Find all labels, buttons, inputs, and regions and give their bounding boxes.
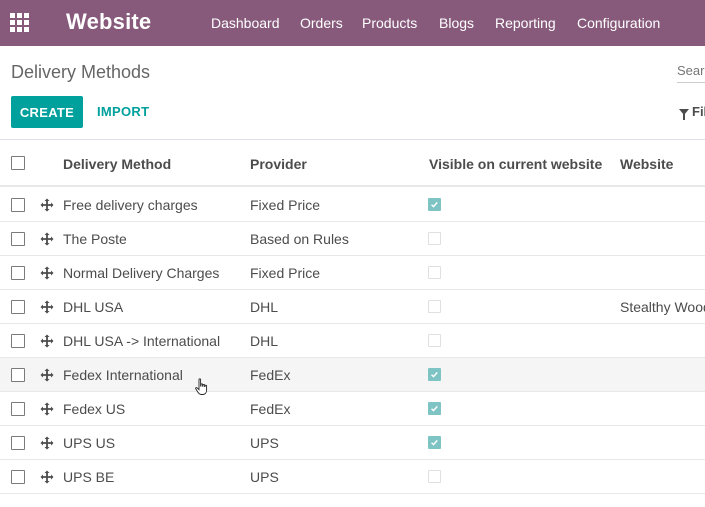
visible-checkbox	[428, 300, 441, 313]
cell-delivery-method[interactable]: The Poste	[63, 231, 127, 247]
cell-provider[interactable]: Fixed Price	[250, 265, 320, 281]
visible-checkbox	[428, 402, 441, 415]
cell-provider[interactable]: UPS	[250, 435, 279, 451]
filters-button[interactable]: Filters	[679, 104, 705, 120]
row-select-checkbox[interactable]	[11, 368, 25, 382]
row-select-checkbox[interactable]	[11, 198, 25, 212]
table-row[interactable]: UPS US UPS	[0, 426, 705, 460]
breadcrumb: Delivery Methods	[11, 62, 151, 82]
cell-provider[interactable]: DHL	[250, 299, 278, 315]
table-row[interactable]: DHL USA -> International DHL	[0, 324, 705, 358]
cell-delivery-method[interactable]: Fedex US	[63, 401, 125, 417]
drag-handle-icon[interactable]	[40, 402, 54, 416]
menu-item-dashboard[interactable]: Dashboard	[211, 15, 280, 31]
cell-provider[interactable]: Fixed Price	[250, 197, 320, 213]
row-select-checkbox[interactable]	[11, 436, 25, 450]
drag-handle-icon[interactable]	[40, 368, 54, 382]
column-header-website[interactable]: Website	[620, 156, 673, 172]
table-row[interactable]: Normal Delivery Charges Fixed Price	[0, 256, 705, 290]
table-row[interactable]: Fedex US FedEx	[0, 392, 705, 426]
apps-grid-icon[interactable]	[10, 13, 31, 33]
hand-cursor-icon	[195, 378, 208, 395]
table-row[interactable]: Free delivery charges Fixed Price	[0, 188, 705, 222]
drag-handle-icon[interactable]	[40, 300, 54, 314]
row-select-checkbox[interactable]	[11, 300, 25, 314]
menu-item-products[interactable]: Products	[362, 15, 417, 31]
row-select-checkbox[interactable]	[11, 402, 25, 416]
app-title[interactable]: Website	[66, 9, 151, 35]
drag-handle-icon[interactable]	[40, 232, 54, 246]
visible-checkbox	[428, 232, 441, 245]
drag-handle-icon[interactable]	[40, 436, 54, 450]
drag-handle-icon[interactable]	[40, 334, 54, 348]
cell-delivery-method[interactable]: Fedex International	[63, 367, 183, 383]
visible-checkbox	[428, 436, 441, 449]
menu-item-blogs[interactable]: Blogs	[439, 15, 474, 31]
drag-handle-icon[interactable]	[40, 198, 54, 212]
drag-handle-icon[interactable]	[40, 470, 54, 484]
top-navbar: Website Dashboard Orders Products Blogs …	[0, 0, 705, 46]
menu-item-orders[interactable]: Orders	[300, 15, 343, 31]
column-header-provider[interactable]: Provider	[250, 156, 307, 172]
search-input[interactable]	[677, 58, 705, 82]
table-header: Delivery Method Provider Visible on curr…	[0, 140, 705, 187]
row-select-checkbox[interactable]	[11, 470, 25, 484]
visible-checkbox	[428, 334, 441, 347]
table-row[interactable]: Fedex International FedEx	[0, 358, 705, 392]
visible-checkbox	[428, 368, 441, 381]
cell-delivery-method[interactable]: DHL USA -> International	[63, 333, 220, 349]
visible-checkbox	[428, 198, 441, 211]
filters-label: Filters	[692, 104, 705, 119]
column-header-visible[interactable]: Visible on current website	[429, 156, 602, 172]
search-box	[677, 58, 705, 83]
cell-delivery-method[interactable]: Normal Delivery Charges	[63, 265, 219, 281]
row-select-checkbox[interactable]	[11, 232, 25, 246]
cell-provider[interactable]: FedEx	[250, 401, 290, 417]
cell-provider[interactable]: DHL	[250, 333, 278, 349]
cell-delivery-method[interactable]: DHL USA	[63, 299, 123, 315]
import-button[interactable]: IMPORT	[97, 104, 149, 119]
cell-provider[interactable]: UPS	[250, 469, 279, 485]
create-button[interactable]: CREATE	[11, 96, 83, 128]
cell-delivery-method[interactable]: UPS US	[63, 435, 115, 451]
row-select-checkbox[interactable]	[11, 334, 25, 348]
table-row[interactable]: The Poste Based on Rules	[0, 222, 705, 256]
column-header-delivery-method[interactable]: Delivery Method	[63, 156, 171, 172]
cell-provider[interactable]: Based on Rules	[250, 231, 349, 247]
menu-item-reporting[interactable]: Reporting	[495, 15, 556, 31]
table-row[interactable]: DHL USA DHL Stealthy Wood	[0, 290, 705, 324]
cell-website[interactable]: Stealthy Wood	[620, 299, 705, 315]
cell-provider[interactable]: FedEx	[250, 367, 290, 383]
drag-handle-icon[interactable]	[40, 266, 54, 280]
cell-delivery-method[interactable]: Free delivery charges	[63, 197, 198, 213]
menu-item-configuration[interactable]: Configuration	[577, 15, 660, 31]
visible-checkbox	[428, 266, 441, 279]
visible-checkbox	[428, 470, 441, 483]
select-all-checkbox[interactable]	[11, 156, 25, 170]
row-select-checkbox[interactable]	[11, 266, 25, 280]
filter-icon	[679, 109, 689, 120]
cell-delivery-method[interactable]: UPS BE	[63, 469, 114, 485]
table-row[interactable]: UPS BE UPS	[0, 460, 705, 494]
